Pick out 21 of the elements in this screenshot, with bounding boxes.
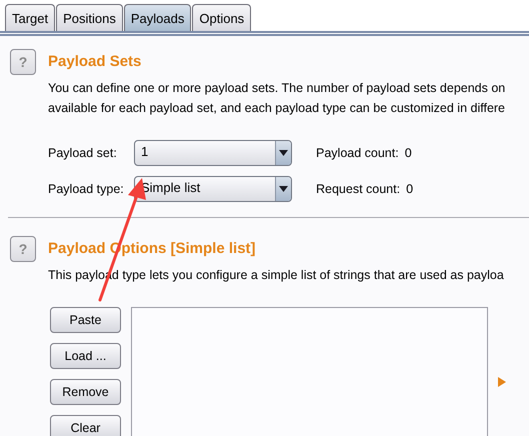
list-button[interactable]: Remove — [50, 379, 121, 405]
tab[interactable]: Positions — [56, 4, 123, 31]
dropdown[interactable]: 1 — [134, 140, 292, 166]
field-label: Payload type: — [48, 182, 125, 196]
dropdown-arrow-icon — [279, 150, 288, 156]
list-button[interactable]: Clear — [50, 415, 121, 436]
field-label: Payload set: — [48, 146, 118, 160]
tab[interactable]: Options — [192, 4, 252, 31]
stat-label: Request count: — [316, 182, 400, 196]
stat-value: 0 — [404, 146, 412, 160]
expand-arrow-icon[interactable] — [498, 377, 506, 387]
section-title: Payload Sets — [48, 53, 142, 70]
description-text: You can define one or more payload sets. The number of payload sets depends on — [48, 81, 506, 96]
stat-value: 0 — [406, 182, 414, 196]
list-button[interactable]: Paste — [50, 307, 121, 333]
description-text: available for each payload set, and each payload type can be customized in differe — [48, 101, 506, 116]
dropdown-arrow-icon — [279, 186, 288, 192]
list-button[interactable]: Load ... — [50, 343, 121, 369]
stat-label: Payload count: — [316, 146, 399, 160]
tab[interactable]: Payloads — [124, 4, 192, 31]
tab[interactable]: Target — [5, 4, 56, 31]
